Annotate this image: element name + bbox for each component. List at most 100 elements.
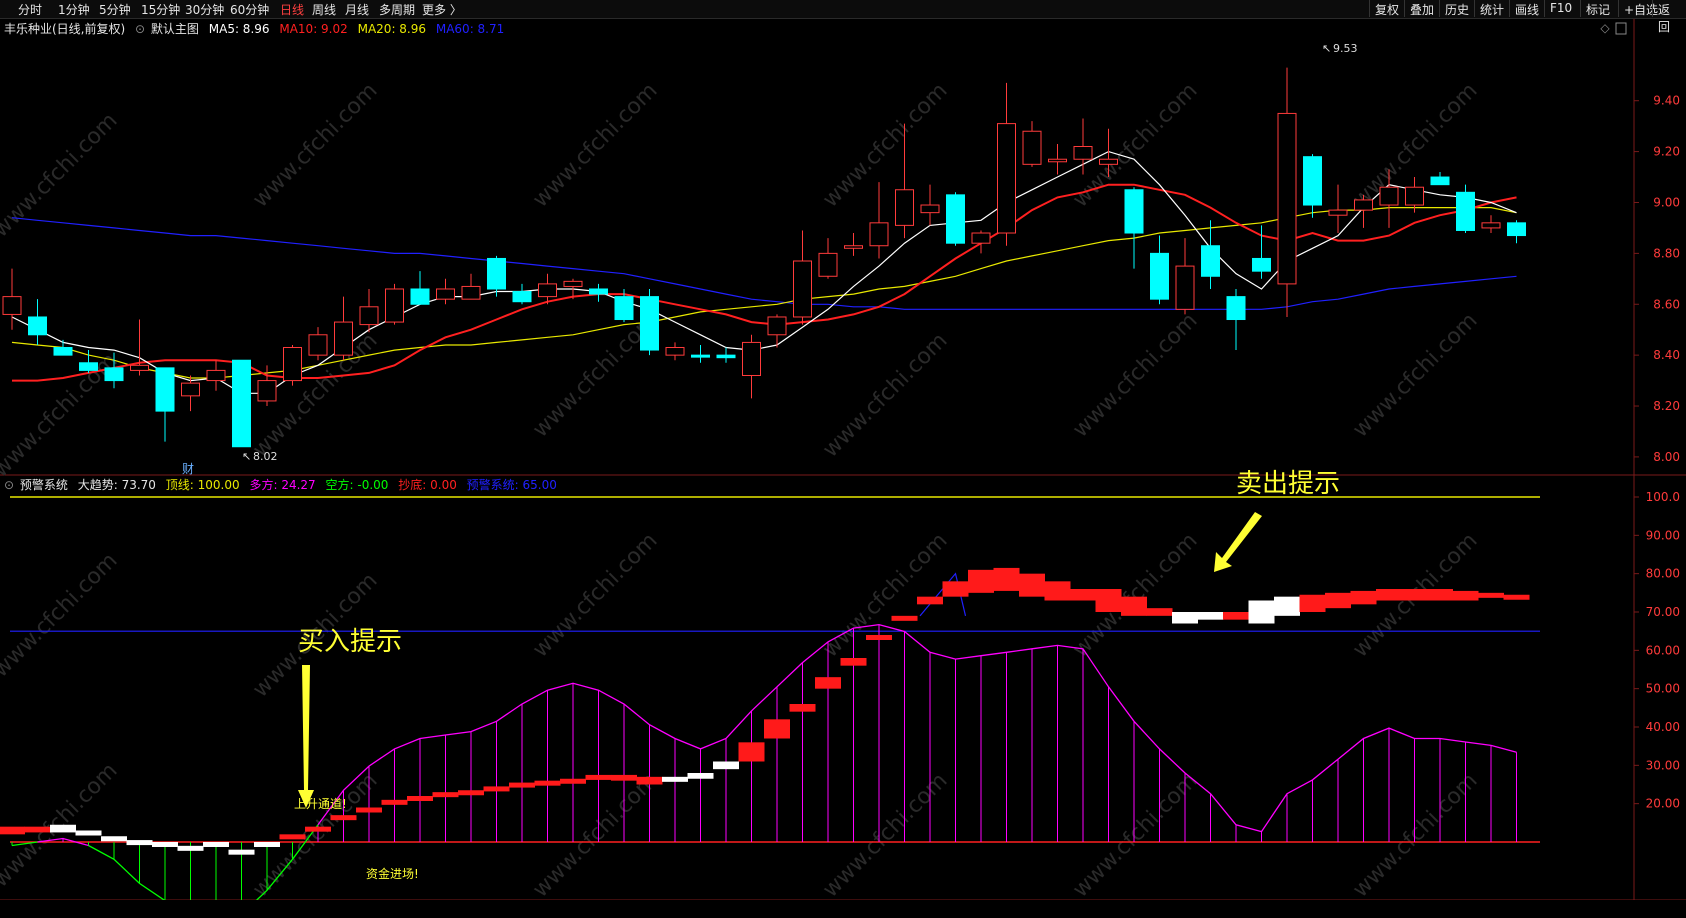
candle-body-56 <box>1430 176 1450 186</box>
warn-block-17 <box>432 792 459 798</box>
candle-body-30 <box>767 316 787 336</box>
toolbar-button-4[interactable]: 画线 <box>1509 0 1544 17</box>
tab-1[interactable]: 1分钟 <box>58 1 90 18</box>
high-arrow: ↖ <box>1322 42 1331 55</box>
window-icon <box>1615 22 1627 35</box>
warn-block-23 <box>585 774 612 780</box>
candle-body-0 <box>2 296 22 315</box>
warn-block-0 <box>0 826 25 835</box>
tab-0[interactable]: 分时 <box>18 1 42 18</box>
candle-body-23 <box>589 288 608 295</box>
warn-block-13 <box>330 815 357 821</box>
ind-tick-0: 100.0 <box>1646 490 1680 504</box>
warn-block-56 <box>1427 589 1453 601</box>
ind-tick-3: 70.00 <box>1646 605 1680 619</box>
ind-tick-4: 60.00 <box>1646 643 1680 657</box>
toolbar-button-6[interactable]: 标记 <box>1580 0 1615 17</box>
ind-tick-8: 20.00 <box>1646 797 1680 811</box>
price-tick-5: 8.40 <box>1653 348 1680 362</box>
candle-body-17 <box>436 288 455 300</box>
watermark-2: www.cfchi.com <box>528 78 662 212</box>
warn-block-2 <box>50 824 76 833</box>
candle-body-26 <box>665 347 685 356</box>
warn-block-59 <box>1503 594 1530 600</box>
warn-block-39 <box>993 567 1020 591</box>
warn-block-19 <box>483 786 510 792</box>
buy-signal-label: 买入提示 <box>298 627 402 657</box>
top-toolbar: 分时 1分钟 5分钟 15分钟 30分钟 60分钟 日线 周线 月线 多周期 更多 〉 复权 叠加 历史统… <box>0 0 1686 34</box>
candle-body-51 <box>1303 156 1322 206</box>
tab-7[interactable]: 周线 <box>312 1 336 18</box>
warn-block-37 <box>942 581 969 597</box>
status-bar <box>0 900 1686 918</box>
warn-block-18 <box>458 790 484 796</box>
candle-body-40 <box>1022 130 1042 165</box>
tab-8[interactable]: 月线 <box>345 1 369 18</box>
candle-body-45 <box>1150 252 1169 300</box>
warn-block-33 <box>840 658 867 666</box>
candle-body-18 <box>461 285 481 300</box>
candle-body-31 <box>793 260 812 318</box>
toolbar-button-3[interactable]: 统计 <box>1474 0 1509 17</box>
ind-tick-6: 40.00 <box>1646 720 1680 734</box>
warn-block-24 <box>611 774 637 781</box>
watermark-14: www.cfchi.com <box>528 528 662 662</box>
toolbar-button-0[interactable]: 复权 <box>1369 0 1404 17</box>
candle-body-12 <box>308 334 328 356</box>
warn-block-3 <box>75 830 102 836</box>
tab-4[interactable]: 30分钟 <box>185 1 224 18</box>
candle-body-48 <box>1226 296 1246 321</box>
warn-block-46 <box>1172 612 1198 624</box>
financial-marker: 财 <box>182 462 194 476</box>
candle-body-29 <box>742 341 761 376</box>
warn-block-55 <box>1401 589 1428 601</box>
candle-body-21 <box>538 283 557 298</box>
warn-block-6 <box>152 842 178 847</box>
tab-9[interactable]: 多周期 <box>379 1 415 18</box>
price-tick-1: 9.20 <box>1653 145 1680 159</box>
tab-5[interactable]: 60分钟 <box>230 1 269 18</box>
tab-6[interactable]: 日线 <box>280 1 304 18</box>
tab-2[interactable]: 5分钟 <box>99 1 131 18</box>
candle-body-52 <box>1328 209 1348 216</box>
tab-3[interactable]: 15分钟 <box>141 1 180 18</box>
warn-block-7 <box>177 845 204 851</box>
warn-block-20 <box>509 782 535 788</box>
warn-block-28 <box>713 761 739 770</box>
warn-block-21 <box>534 780 561 786</box>
ind-tick-1: 90.00 <box>1646 528 1680 542</box>
watermark-22: www.cfchi.com <box>1068 768 1202 900</box>
chart-area[interactable]: www.cfchi.com www.cfchi.com www.cfchi.com w… <box>0 19 1686 900</box>
warn-block-4 <box>101 836 127 842</box>
warn-block-14 <box>356 807 382 813</box>
toolbar-button-5[interactable]: F10 <box>1544 0 1577 17</box>
candle-body-55 <box>1405 186 1424 206</box>
warn-block-16 <box>407 796 433 801</box>
candle-body-22 <box>563 280 583 287</box>
fund-label: 资金进场! <box>366 866 419 881</box>
candle-body-37 <box>946 194 965 244</box>
watermark-12: www.cfchi.com <box>0 548 123 682</box>
candle-body-27 <box>691 354 710 358</box>
candle-body-43 <box>1099 158 1118 165</box>
warn-block-52 <box>1325 592 1351 609</box>
toolbar-button-1[interactable]: 叠加 <box>1404 0 1439 17</box>
candle-body-41 <box>1048 158 1067 163</box>
warn-block-48 <box>1223 612 1249 620</box>
warn-block-12 <box>305 826 331 832</box>
watermark-6: www.cfchi.com <box>0 348 123 482</box>
warn-block-31 <box>789 704 816 712</box>
tab-10[interactable]: 更多 〉 <box>422 1 462 18</box>
candle-body-53 <box>1354 199 1373 211</box>
watermark-19: www.cfchi.com <box>248 768 382 900</box>
warn-block-1 <box>24 826 51 833</box>
toolbar-button-8[interactable]: 返回 <box>1652 0 1686 34</box>
watermark-9: www.cfchi.com <box>818 328 952 462</box>
toolbar-button-2[interactable]: 历史 <box>1439 0 1474 17</box>
sell-signal-label: 卖出提示 <box>1236 469 1340 499</box>
price-tick-4: 8.60 <box>1653 297 1680 311</box>
warn-block-32 <box>815 677 841 689</box>
candle-body-34 <box>869 222 889 247</box>
warn-block-43 <box>1095 589 1122 612</box>
warn-block-29 <box>738 742 765 762</box>
